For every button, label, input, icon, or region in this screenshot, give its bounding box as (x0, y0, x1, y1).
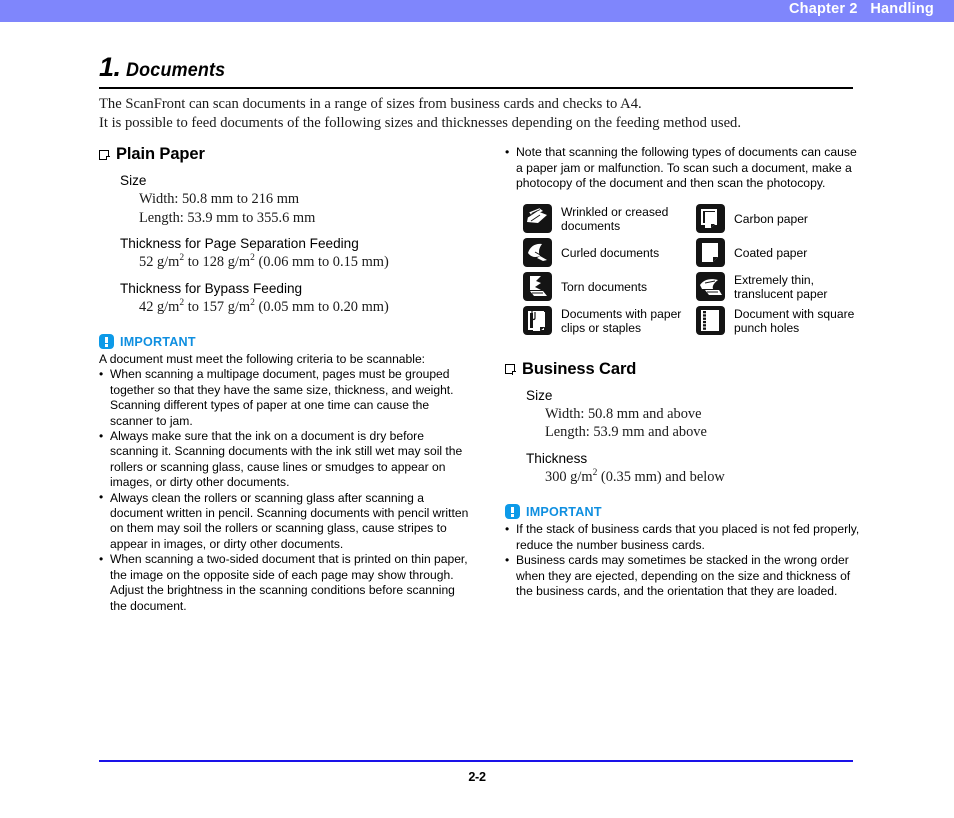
running-head: Chapter 2 Handling (789, 1, 934, 17)
important-callout-business-card: IMPORTANT If the stack of business cards… (505, 504, 865, 599)
exclamation-icon (505, 504, 520, 520)
important-list: If the stack of business cards that you … (505, 522, 865, 599)
right-column: Note that scanning the following types o… (505, 145, 865, 599)
icon-caption: Extremely thin, translucent paper (734, 272, 828, 301)
curled-document-icon (523, 238, 552, 268)
plain-paper-separation-value: 52 g/m2 to 128 g/m2 (0.06 mm to 0.15 mm) (139, 253, 469, 272)
thin-translucent-paper-icon (696, 272, 725, 302)
square-bullet-icon (99, 149, 110, 161)
page-title: 1. Documents (99, 52, 853, 89)
torn-document-icon (523, 272, 552, 302)
list-item: When scanning a multipage document, page… (99, 367, 469, 429)
section-number: 1. (99, 52, 121, 82)
intro-line-1: The ScanFront can scan documents in a ra… (99, 96, 642, 112)
byp-val-c: (0.05 mm to 0.20 mm) (254, 298, 389, 315)
bc-val-a: 300 g/m (545, 468, 593, 485)
important-title: IMPORTANT (526, 504, 602, 519)
list-item: Always clean the rollers or scanning gla… (99, 490, 469, 553)
plain-paper-size-length: Length: 53.9 mm to 355.6 mm (139, 209, 316, 226)
coated-paper-icon (696, 238, 725, 268)
byp-val-a: 42 g/m (139, 298, 180, 315)
plain-paper-bypass-value: 42 g/m2 to 157 g/m2 (0.05 mm to 0.20 mm) (139, 298, 469, 317)
icon-caption: Wrinkled or creased documents (561, 204, 669, 233)
plain-paper-bypass-label: Thickness for Bypass Feeding (120, 280, 303, 296)
bc-val-b: (0.35 mm) and below (597, 468, 725, 485)
sep-val-c: (0.06 mm to 0.15 mm) (254, 254, 389, 270)
scanning-note-list: Note that scanning the following types o… (505, 145, 865, 192)
business-card-size-label: Size (526, 387, 553, 403)
important-lead-text: A document must meet the following crite… (99, 352, 426, 366)
byp-val-b: to 157 g/m (184, 298, 251, 315)
icon-caption: Carbon paper (734, 211, 808, 226)
intro-line-2: It is possible to feed documents of the … (99, 115, 741, 131)
icon-caption: Documents with paper clips or staples (561, 306, 682, 335)
plain-paper-heading: Plain Paper (99, 145, 469, 164)
important-list: When scanning a multipage document, page… (99, 367, 469, 614)
chapter-header-band: Chapter 2 Handling (0, 0, 954, 22)
business-card-heading: Business Card (505, 360, 865, 379)
paper-clip-staple-icon (523, 306, 552, 336)
title-divider (99, 87, 853, 89)
business-card-thickness-value: 300 g/m2 (0.35 mm) and below (545, 468, 865, 487)
page-number: 2-2 (468, 770, 486, 784)
left-column: Plain Paper Size Width: 50.8 mm to 216 m… (99, 145, 469, 614)
important-header: IMPORTANT (505, 504, 865, 520)
plain-paper-size-label: Size (120, 173, 147, 188)
plain-paper-separation-label: Thickness for Page Separation Feeding (120, 236, 359, 251)
square-bullet-icon (505, 364, 516, 375)
list-item: When scanning a two-sided document that … (99, 552, 469, 614)
icon-caption: Document with square punch holes (734, 306, 855, 335)
icon-caption: Torn documents (561, 279, 648, 294)
wrinkled-creased-document-icon (523, 204, 552, 234)
business-card-thickness-label: Thickness (526, 450, 588, 466)
intro-paragraph: The ScanFront can scan documents in a ra… (99, 95, 859, 133)
business-card-size-length: Length: 53.9 mm and above (545, 424, 707, 441)
list-item: Always make sure that the ink on a docum… (99, 429, 469, 491)
business-card-heading-label: Business Card (522, 359, 637, 378)
sep-val-a: 52 g/m (139, 254, 180, 270)
unsupported-document-icon-grid: Wrinkled or creased documents Carbon pap… (523, 202, 865, 338)
plain-paper-heading-label: Plain Paper (116, 145, 205, 163)
exclamation-icon (99, 334, 114, 349)
icon-caption: Curled documents (561, 245, 660, 260)
list-item: Note that scanning the following types o… (505, 145, 865, 192)
footer-divider (99, 760, 853, 762)
list-item: If the stack of business cards that you … (505, 522, 865, 553)
sep-val-b: to 128 g/m (184, 254, 251, 270)
square-punch-holes-icon (696, 306, 725, 336)
icon-caption: Coated paper (734, 245, 808, 260)
important-title: IMPORTANT (120, 334, 196, 349)
plain-paper-size-width: Width: 50.8 mm to 216 mm (139, 191, 300, 207)
business-card-size-width: Width: 50.8 mm and above (545, 405, 702, 422)
page-title-row: 1. Documents (99, 52, 853, 86)
list-item: Business cards may sometimes be stacked … (505, 553, 865, 599)
important-header: IMPORTANT (99, 334, 469, 349)
important-callout-plain-paper: IMPORTANT A document must meet the follo… (99, 334, 469, 614)
carbon-paper-icon (696, 204, 725, 234)
section-name: Documents (125, 59, 225, 81)
